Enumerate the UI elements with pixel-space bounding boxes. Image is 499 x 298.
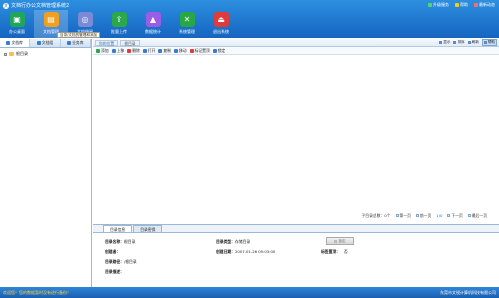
delete-button[interactable]: 删除 bbox=[127, 48, 140, 54]
next-page-icon bbox=[447, 214, 451, 217]
upgrade-icon bbox=[428, 3, 432, 7]
toolbar-tooltip: 目录/文档的管理和添加 bbox=[57, 32, 101, 38]
prev-page-button[interactable]: 前一页 bbox=[415, 213, 431, 219]
main-toolbar: ▣ 办公桌面 ▤ 文档管理 ◎ 文档借阅 ⇪ 批量上传 ▲ 数据统计 ✕ 系统管… bbox=[0, 10, 238, 38]
move-icon bbox=[173, 48, 178, 53]
copy-icon bbox=[158, 48, 163, 53]
pin-flag-field: 标签置顶：否 bbox=[321, 249, 348, 254]
pin-top-button[interactable]: 标记置顶 bbox=[189, 48, 210, 54]
settings-icon: ✕ bbox=[179, 12, 195, 27]
move-up-button[interactable]: 上移 bbox=[111, 48, 124, 54]
refresh-icon bbox=[467, 41, 471, 44]
view-help-button[interactable]: 帮助 bbox=[481, 39, 497, 46]
news-icon bbox=[474, 3, 478, 7]
breadcrumb: 你的位置 根目录 显示 排序 刷新 帮助 bbox=[93, 39, 499, 47]
lock-icon bbox=[334, 239, 338, 243]
help-icon bbox=[455, 3, 459, 7]
main-content: 你的位置 根目录 显示 排序 刷新 帮助 添加 上移 删除 打开 复制 移动 标… bbox=[93, 39, 499, 287]
file-list-area[interactable] bbox=[93, 55, 499, 211]
status-bar: 欢迎您！您的数据暂时没有进行备份！ 东莞市文锐计算机科技有限公司 bbox=[0, 287, 499, 298]
arrow-up-icon bbox=[111, 48, 116, 53]
document-management-icon: ▤ bbox=[43, 12, 59, 27]
lock-icon bbox=[212, 48, 217, 53]
toolbar-statistics[interactable]: ▲ 数据统计 bbox=[136, 10, 170, 38]
help-link[interactable]: 帮助 bbox=[455, 2, 468, 8]
borrow-icon: ◎ bbox=[77, 12, 93, 27]
exit-icon: ⏏ bbox=[213, 12, 229, 27]
created-date-field: 创建日期：2007-01-26 05:03:00 bbox=[216, 249, 276, 254]
page-indicator: 1/0 bbox=[436, 213, 443, 218]
app-title-text: 文档行办公文档管理系统2 bbox=[11, 3, 70, 9]
last-page-icon bbox=[467, 214, 471, 217]
tab-document-group[interactable]: 文档组 bbox=[30, 39, 61, 47]
action-bar: 添加 上移 删除 打开 复制 移动 标记置顶 锁定 bbox=[93, 47, 499, 55]
toolbar-upload[interactable]: ⇪ 批量上传 bbox=[102, 10, 136, 38]
detail-panel: 目录信息 目录密保 目录名称：根目录 目录类型：存储目录 锁定 创建者： 创建日… bbox=[93, 224, 499, 287]
window-links: 升级服务 帮助 最新动态 bbox=[428, 2, 495, 8]
folder-tree: - 根目录 bbox=[0, 48, 91, 60]
type-field: 目录类型：存储目录 bbox=[216, 239, 251, 244]
next-page-button[interactable]: 下一页 bbox=[447, 213, 463, 219]
desktop-icon: ▣ bbox=[9, 12, 25, 27]
status-message: 欢迎您！您的数据暂时没有进行备份！ bbox=[3, 289, 71, 295]
first-page-icon bbox=[395, 214, 399, 217]
upload-icon: ⇪ bbox=[111, 12, 127, 27]
pager: 子目录总数：0个 第一页 前一页 1/0 下一页 最后一页 bbox=[93, 211, 499, 220]
tree-item-root[interactable]: - 根目录 bbox=[4, 51, 87, 57]
add-button[interactable]: 添加 bbox=[96, 48, 109, 54]
name-field: 目录名称：根目录 bbox=[105, 239, 136, 244]
toolbar-exit[interactable]: ⏏ 退出系统 bbox=[204, 10, 238, 38]
last-page-button[interactable]: 最后一页 bbox=[467, 213, 487, 219]
news-link[interactable]: 最新动态 bbox=[474, 2, 495, 8]
move-button[interactable]: 移动 bbox=[173, 48, 187, 54]
toolbar-desktop[interactable]: ▣ 办公桌面 bbox=[0, 10, 34, 38]
app-logo-icon: 文 bbox=[3, 2, 9, 9]
add-icon bbox=[96, 48, 100, 53]
collapse-icon[interactable]: - bbox=[4, 52, 7, 56]
pin-icon bbox=[189, 48, 194, 53]
lock-detail-button[interactable]: 锁定 bbox=[326, 237, 354, 245]
folder-icon bbox=[9, 52, 14, 56]
view-tools: 显示 排序 刷新 帮助 bbox=[439, 39, 499, 46]
statistics-icon: ▲ bbox=[145, 12, 161, 27]
open-icon bbox=[142, 48, 147, 53]
upgrade-link[interactable]: 升级服务 bbox=[428, 2, 449, 8]
app-title: 文 文档行办公文档管理系统2 bbox=[3, 2, 69, 9]
creator-field: 创建者： bbox=[105, 249, 121, 254]
breadcrumb-root[interactable]: 根目录 bbox=[120, 39, 140, 46]
display-icon bbox=[439, 41, 443, 44]
group-icon bbox=[36, 41, 41, 45]
lock-button[interactable]: 锁定 bbox=[212, 48, 225, 54]
detail-fields: 目录名称：根目录 目录类型：存储目录 锁定 创建者： 创建日期：2007-01-… bbox=[93, 233, 499, 288]
view-sort-button[interactable]: 排序 bbox=[453, 40, 465, 45]
sort-icon bbox=[453, 41, 457, 44]
path-field: 目录路径：/根目录 bbox=[105, 259, 137, 264]
business-icon bbox=[67, 41, 72, 45]
tab-document-library[interactable]: 文档库 bbox=[0, 39, 31, 47]
subfolder-count: 子目录总数：0个 bbox=[361, 212, 391, 218]
company-name: 东莞市文锐计算机科技有限公司 bbox=[440, 289, 496, 295]
prev-page-icon bbox=[415, 214, 419, 217]
tab-folder-info[interactable]: 目录信息 bbox=[103, 225, 133, 232]
description-field: 目录描述： bbox=[105, 269, 124, 274]
view-refresh-button[interactable]: 刷新 bbox=[467, 40, 479, 45]
copy-button[interactable]: 复制 bbox=[158, 48, 171, 54]
left-panel: 文档库 文档组 业务库 - 根目录 bbox=[0, 39, 92, 287]
detail-tabs: 目录信息 目录密保 bbox=[93, 225, 499, 233]
tab-business-library[interactable]: 业务库 bbox=[61, 39, 91, 47]
library-icon bbox=[6, 41, 11, 45]
first-page-button[interactable]: 第一页 bbox=[395, 213, 411, 219]
open-button[interactable]: 打开 bbox=[142, 48, 155, 54]
help-icon bbox=[483, 41, 487, 44]
tab-folder-security[interactable]: 目录密保 bbox=[133, 225, 163, 232]
breadcrumb-label: 你的位置 bbox=[95, 39, 119, 46]
view-display-button[interactable]: 显示 bbox=[439, 40, 450, 45]
toolbar-settings[interactable]: ✕ 系统管理 bbox=[170, 10, 204, 38]
left-tabs: 文档库 文档组 业务库 bbox=[0, 39, 91, 48]
delete-icon bbox=[127, 48, 132, 53]
